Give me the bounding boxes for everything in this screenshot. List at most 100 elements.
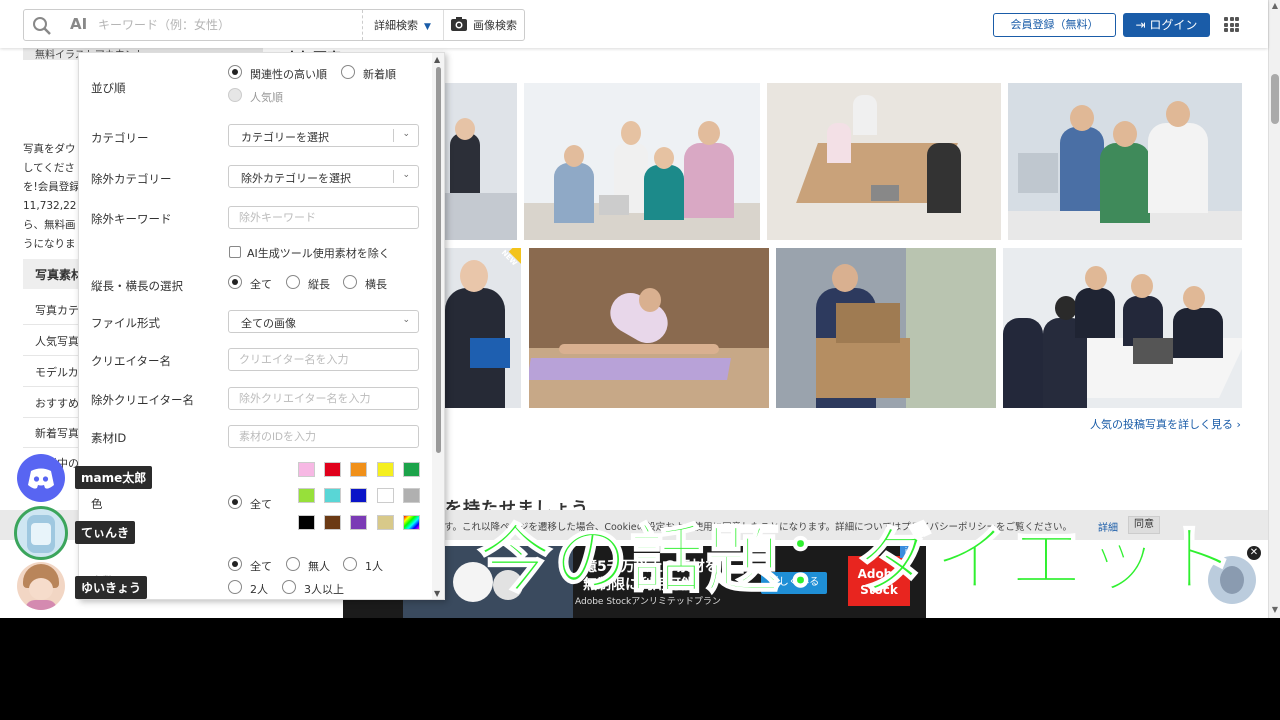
color-swatch[interactable] bbox=[403, 488, 420, 503]
photo-thumbnail[interactable] bbox=[776, 248, 996, 408]
people-all-radio[interactable] bbox=[228, 557, 242, 571]
color-swatch[interactable] bbox=[403, 515, 420, 530]
photo-thumbnail[interactable] bbox=[524, 83, 760, 240]
color-swatch[interactable] bbox=[324, 488, 341, 503]
discord-avatar-3 bbox=[17, 562, 65, 610]
exclude-keyword-label: 除外キーワード bbox=[91, 212, 172, 226]
sort-relevance-radio[interactable] bbox=[228, 65, 242, 79]
people-one-label: 1人 bbox=[365, 560, 383, 573]
file-format-select[interactable]: 全ての画像 ⌄ bbox=[228, 310, 419, 333]
photo-thumbnail[interactable] bbox=[1003, 248, 1242, 408]
register-button[interactable]: 会員登録（無料） bbox=[993, 13, 1116, 37]
page-scroll-thumb[interactable] bbox=[1271, 74, 1279, 124]
sort-newest-radio[interactable] bbox=[341, 65, 355, 79]
advanced-search-button[interactable]: 詳細検索 ▼ bbox=[374, 17, 431, 33]
left-link-recommended[interactable]: おすすめ bbox=[35, 395, 79, 411]
close-icon[interactable]: ✕ bbox=[1247, 546, 1261, 560]
apps-grid-icon[interactable] bbox=[1224, 17, 1239, 32]
ai-search-toggle[interactable]: AI bbox=[70, 15, 87, 33]
color-swatch[interactable] bbox=[324, 462, 341, 477]
sort-popular-radio bbox=[228, 88, 242, 102]
left-link-model[interactable]: モデルカ bbox=[35, 364, 79, 380]
orientation-portrait-label: 縦長 bbox=[308, 278, 330, 291]
camera-icon[interactable] bbox=[450, 16, 468, 32]
scroll-up-icon: ▲ bbox=[1271, 1, 1279, 10]
left-link-category[interactable]: 写真カテ bbox=[35, 302, 79, 318]
color-swatch[interactable] bbox=[377, 462, 394, 477]
photo-thumbnail[interactable] bbox=[1008, 83, 1242, 240]
page-scrollbar[interactable]: ▲ ▼ bbox=[1268, 0, 1280, 618]
color-swatch[interactable] bbox=[298, 515, 315, 530]
discord-username: mame太郎 bbox=[75, 466, 153, 489]
panel-scroll-thumb[interactable] bbox=[436, 67, 441, 453]
search-divider bbox=[362, 10, 363, 40]
discord-avatar-1 bbox=[17, 454, 65, 502]
advanced-search-label: 詳細検索 bbox=[374, 19, 418, 32]
exclude-creator-input[interactable] bbox=[228, 387, 419, 410]
orientation-portrait-radio[interactable] bbox=[286, 275, 300, 289]
color-swatch[interactable] bbox=[377, 515, 394, 530]
left-link-new[interactable]: 新着写真 bbox=[35, 425, 79, 441]
discord-username: ゆいきょう bbox=[75, 576, 148, 599]
color-swatch[interactable] bbox=[324, 515, 341, 530]
caret-down-icon: ▼ bbox=[424, 22, 431, 32]
people-two-label: 2人 bbox=[250, 583, 268, 596]
orientation-landscape-label: 横長 bbox=[365, 278, 387, 291]
site-header: AI 詳細検索 ▼ 画像検索 会員登録（無料） ⇥ ログイン bbox=[0, 0, 1268, 48]
orientation-all-radio[interactable] bbox=[228, 275, 242, 289]
login-button[interactable]: ⇥ ログイン bbox=[1123, 13, 1210, 37]
discord-avatar-2 bbox=[14, 506, 68, 560]
login-icon: ⇥ bbox=[1135, 18, 1150, 32]
photo-thumbnail[interactable] bbox=[767, 83, 1001, 240]
ai-exclude-checkbox[interactable] bbox=[229, 246, 241, 258]
discord-icon bbox=[28, 468, 54, 489]
browser-viewport: AI 詳細検索▼ 画像検索 会員登録（無料） ⇥ ログイン 無料イラストアカウン… bbox=[0, 0, 1280, 618]
exclude-creator-label: 除外クリエイター名 bbox=[91, 393, 195, 407]
discord-username: てぃんき bbox=[75, 521, 136, 544]
chevron-down-icon: ⌄ bbox=[402, 170, 410, 180]
photo-thumbnail[interactable] bbox=[529, 248, 769, 408]
color-swatch[interactable] bbox=[403, 462, 420, 477]
people-one-radio[interactable] bbox=[343, 557, 357, 571]
category-select[interactable]: カテゴリーを選択 ⌄ bbox=[228, 124, 419, 147]
color-swatch[interactable] bbox=[350, 462, 367, 477]
search-bar[interactable]: AI 詳細検索 ▼ 画像検索 bbox=[23, 9, 525, 41]
search-input[interactable] bbox=[98, 14, 358, 36]
color-label: 色 bbox=[91, 497, 103, 511]
panel-scrollbar[interactable]: ▲ ▼ bbox=[432, 53, 444, 599]
creator-label: クリエイター名 bbox=[91, 354, 172, 368]
scroll-down-icon: ▼ bbox=[434, 589, 441, 598]
color-swatch[interactable] bbox=[298, 462, 315, 477]
color-swatch[interactable] bbox=[350, 515, 367, 530]
exclude-keyword-input[interactable] bbox=[228, 206, 419, 229]
image-search-button[interactable]: 画像検索 bbox=[473, 17, 517, 33]
exclude-category-select[interactable]: 除外カテゴリーを選択 ⌄ bbox=[228, 165, 419, 188]
chevron-down-icon: ⌄ bbox=[402, 315, 410, 325]
search-divider-2 bbox=[443, 10, 444, 40]
sort-newest-label: 新着順 bbox=[363, 68, 396, 81]
file-format-label: ファイル形式 bbox=[91, 316, 160, 330]
color-swatch[interactable] bbox=[350, 488, 367, 503]
scroll-up-icon: ▲ bbox=[434, 55, 441, 64]
color-swatch[interactable] bbox=[298, 488, 315, 503]
creator-input[interactable] bbox=[228, 348, 419, 371]
scroll-down-icon: ▼ bbox=[1271, 605, 1279, 614]
material-id-input[interactable] bbox=[228, 425, 419, 448]
orientation-landscape-radio[interactable] bbox=[343, 275, 357, 289]
advanced-search-panel: 並び順 関連性の高い順 新着順 人気順 カテゴリー カテゴリーを選択 ⌄ 除外カ… bbox=[78, 52, 445, 600]
material-id-label: 素材ID bbox=[91, 431, 127, 445]
color-all-radio[interactable] bbox=[228, 495, 242, 509]
people-three-plus-radio[interactable] bbox=[282, 580, 296, 594]
color-swatch[interactable] bbox=[377, 488, 394, 503]
orientation-label: 縦長・横長の選択 bbox=[91, 279, 183, 293]
people-none-radio[interactable] bbox=[286, 557, 300, 571]
more-popular-link[interactable]: 人気の投稿写真を詳しく見る › bbox=[1090, 416, 1241, 432]
people-all-label: 全て bbox=[250, 560, 272, 573]
left-link-popular[interactable]: 人気写真 bbox=[35, 333, 79, 349]
intro-text: 写真をダウ してくださ を!会員登録 11,732,22 ら、無料画 うになりま bbox=[23, 143, 80, 250]
exclude-category-label: 除外カテゴリー bbox=[91, 172, 172, 186]
people-none-label: 無人 bbox=[308, 560, 330, 573]
people-two-radio[interactable] bbox=[228, 580, 242, 594]
search-icon[interactable] bbox=[32, 16, 52, 36]
category-label: カテゴリー bbox=[91, 131, 149, 145]
